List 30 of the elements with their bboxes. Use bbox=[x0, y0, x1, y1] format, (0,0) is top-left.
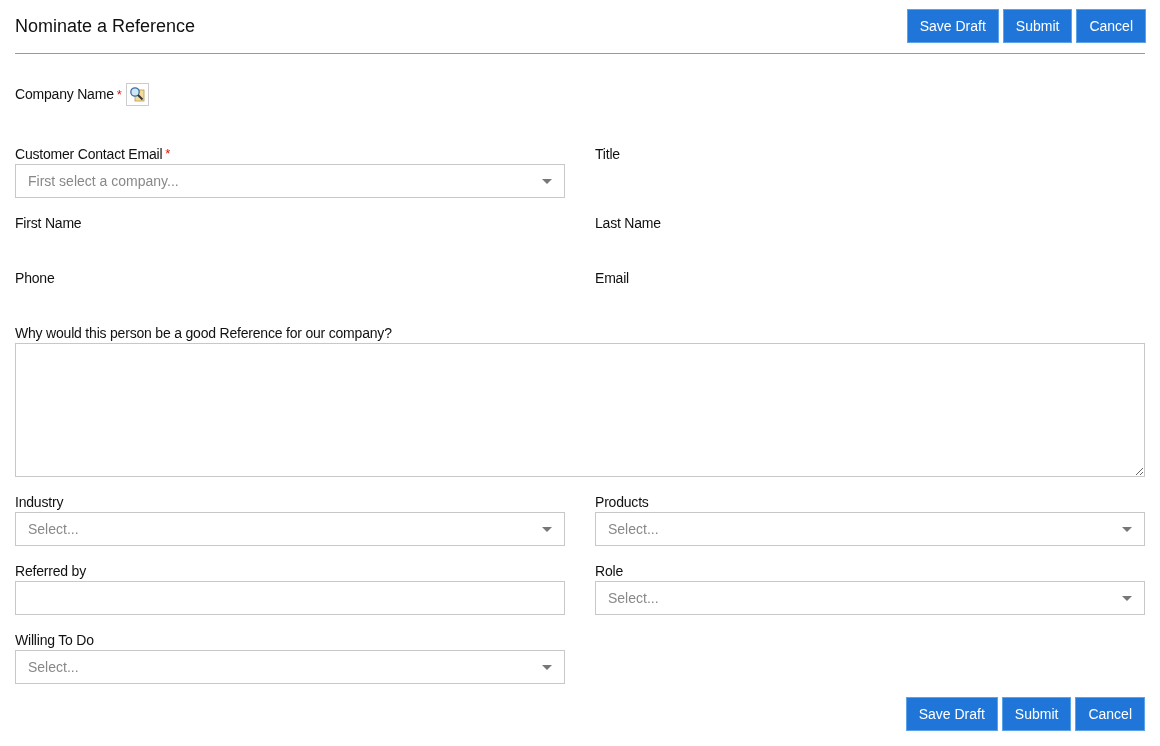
field-label: Willing To Do bbox=[15, 631, 94, 649]
action-button[interactable]: Cancel bbox=[1076, 9, 1146, 43]
dropdown-field[interactable]: Select... bbox=[15, 650, 565, 684]
dropdown-field[interactable]: Select... bbox=[595, 581, 1145, 615]
field-label: Title bbox=[595, 145, 620, 163]
field-label: Referred by bbox=[15, 562, 86, 580]
required-marker: * bbox=[116, 86, 122, 102]
field-label: Why would this person be a good Reference for our company? bbox=[15, 324, 392, 342]
field-label: Phone bbox=[15, 269, 55, 287]
dropdown-field[interactable]: First select a company... bbox=[15, 164, 565, 198]
input-field[interactable] bbox=[15, 581, 565, 615]
action-button[interactable]: Submit bbox=[1002, 9, 1073, 43]
field-label: Role bbox=[595, 562, 623, 580]
dropdown-field[interactable]: Select... bbox=[595, 512, 1145, 546]
field-label: First Name bbox=[15, 214, 82, 232]
field-label: Company Name bbox=[15, 86, 114, 102]
action-button[interactable]: Save Draft bbox=[906, 9, 999, 43]
field-label: Last Name bbox=[595, 214, 661, 232]
search-icon[interactable] bbox=[125, 82, 149, 106]
text-area[interactable] bbox=[15, 343, 1145, 477]
field-label: Email bbox=[595, 269, 629, 287]
action-button[interactable]: Submit bbox=[1001, 697, 1072, 731]
required-marker: * bbox=[165, 145, 171, 163]
page-title: Nominate a Reference bbox=[15, 16, 196, 37]
action-button[interactable]: Cancel bbox=[1075, 697, 1145, 731]
dropdown-field[interactable]: Select... bbox=[15, 512, 565, 546]
field-label: Customer Contact Email bbox=[15, 145, 163, 163]
field-label: Industry bbox=[15, 493, 64, 511]
field-label: Products bbox=[595, 493, 649, 511]
action-button[interactable]: Save Draft bbox=[905, 697, 998, 731]
